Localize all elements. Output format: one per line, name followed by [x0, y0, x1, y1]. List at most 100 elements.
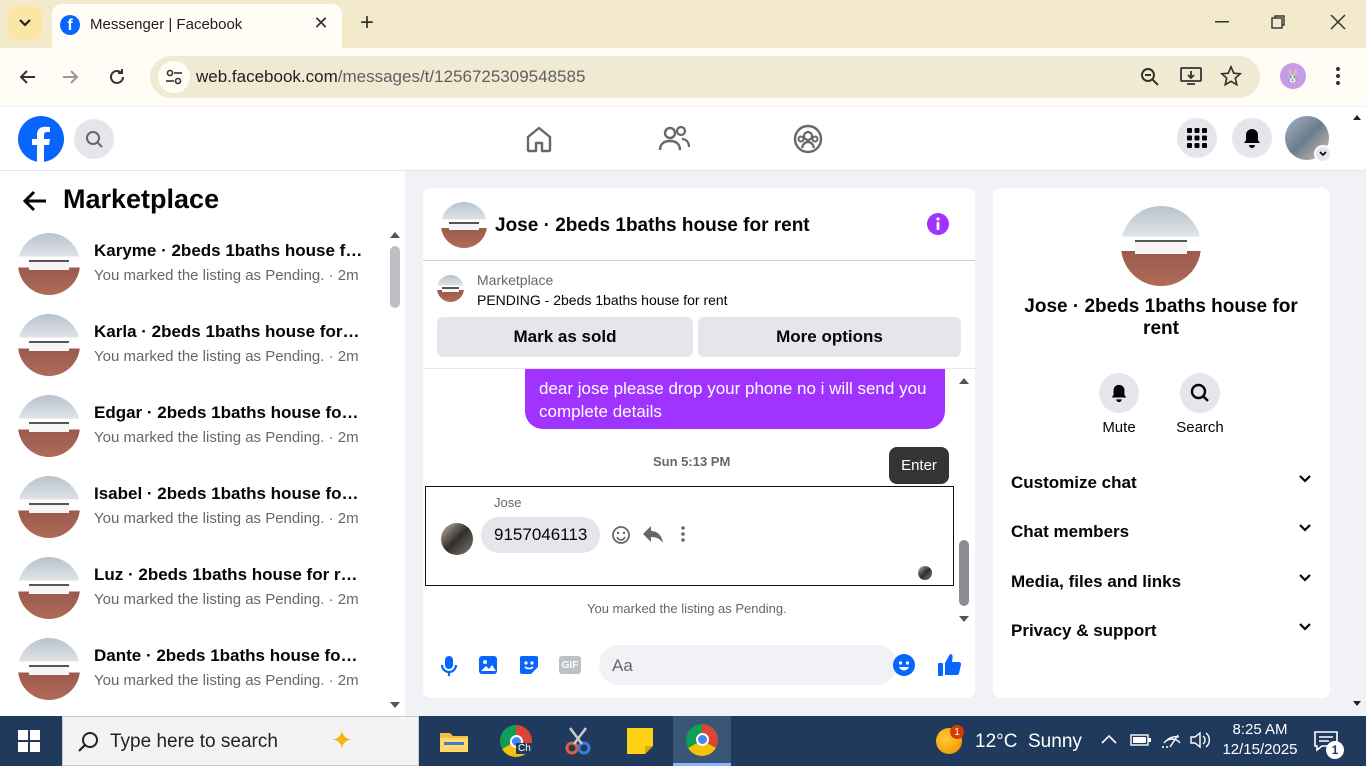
reply-icon[interactable] — [642, 524, 664, 544]
tab-title: Messenger | Facebook — [90, 16, 243, 33]
sticky-notes-icon[interactable] — [611, 716, 669, 766]
menu-button[interactable] — [1177, 118, 1217, 158]
file-explorer-icon[interactable] — [425, 716, 483, 766]
install-app-button[interactable] — [1180, 66, 1202, 86]
conversation-info-icon[interactable] — [926, 212, 950, 236]
sender-avatar[interactable] — [441, 523, 473, 555]
media-files-links-item[interactable]: Media, files and links — [1011, 572, 1311, 596]
taskbar-search-box[interactable]: Type here to search ✦ — [62, 716, 419, 766]
page-scroll-down-icon[interactable] — [1352, 700, 1362, 708]
header-divider — [423, 260, 975, 261]
home-nav-icon[interactable] — [524, 124, 554, 154]
mute-button[interactable] — [1099, 373, 1139, 413]
conversation-name: Karyme · 2beds 1baths house fo... — [94, 241, 364, 260]
react-icon[interactable] — [611, 525, 631, 545]
customize-chat-item[interactable]: Customize chat — [1011, 473, 1311, 497]
grid-menu-icon — [1187, 128, 1207, 148]
gif-icon[interactable]: GIF — [559, 656, 581, 674]
back-arrow-icon[interactable] — [22, 189, 48, 213]
message-timestamp: Sun 5:13 PM — [653, 454, 731, 469]
facebook-logo-icon[interactable] — [18, 116, 64, 162]
back-button[interactable] — [12, 62, 42, 92]
conversation-name: Dante · 2beds 1baths house for ... — [94, 646, 364, 665]
conversation-item[interactable]: Dante · 2beds 1baths house for ... You m… — [18, 638, 388, 706]
chevron-down-icon — [1299, 623, 1311, 631]
friends-nav-icon[interactable] — [658, 124, 690, 154]
sticker-icon[interactable] — [518, 655, 540, 675]
microphone-icon[interactable] — [440, 655, 458, 677]
chrome-active-icon[interactable] — [673, 716, 731, 766]
message-input[interactable]: Aa — [599, 645, 915, 685]
listing-status: PENDING - 2beds 1baths house for rent — [477, 292, 728, 308]
bookmark-button[interactable] — [1220, 65, 1242, 87]
received-message-bubble[interactable]: 9157046113 — [481, 517, 601, 553]
conversation-name: Edgar · 2beds 1baths house for r... — [94, 403, 364, 422]
reload-button[interactable] — [102, 62, 132, 92]
conversation-item[interactable]: Karla · 2beds 1baths house for r... You … — [18, 314, 388, 382]
network-icon[interactable] — [1160, 731, 1184, 749]
conversations-sidebar: Marketplace Karyme · 2beds 1baths house … — [0, 171, 405, 716]
snipping-tool-icon[interactable] — [549, 716, 607, 766]
notifications-button[interactable] — [1232, 118, 1272, 158]
bell-icon — [1111, 384, 1127, 403]
chat-members-item[interactable]: Chat members — [1011, 522, 1311, 546]
search-highlight-icon[interactable]: ✦ — [331, 725, 353, 756]
conversation-item[interactable]: Edgar · 2beds 1baths house for r... You … — [18, 395, 388, 463]
weather-text[interactable]: 12°C Sunny — [975, 731, 1082, 753]
sent-message-bubble[interactable]: dear jose please drop your phone no i wi… — [525, 369, 945, 429]
chat-title[interactable]: Jose · 2beds 1baths house for rent — [495, 215, 810, 237]
browser-menu-button[interactable] — [1328, 66, 1348, 86]
start-button[interactable] — [0, 716, 58, 766]
address-bar[interactable]: web.facebook.com/messages/t/125672530954… — [150, 56, 1260, 98]
sidebar-scrollbar-thumb[interactable] — [390, 246, 400, 308]
chat-scroll-up[interactable] — [958, 377, 970, 385]
site-info-button[interactable] — [158, 61, 190, 93]
conversation-item[interactable]: Luz · 2beds 1baths house for rent You ma… — [18, 557, 388, 625]
clock[interactable]: 8:25 AM 12/15/2025 — [1220, 720, 1300, 760]
more-options-button[interactable]: More options — [698, 317, 961, 357]
sender-name: Jose — [494, 495, 522, 510]
conversation-item[interactable]: Isabel · 2beds 1baths house for r... You… — [18, 476, 388, 544]
sidebar-title: Marketplace — [63, 184, 220, 214]
tab-search-button[interactable] — [8, 6, 42, 40]
groups-nav-icon[interactable] — [793, 124, 823, 154]
conversation-snippet: You marked the listing as Pending. · 2m — [94, 591, 359, 608]
new-tab-button[interactable]: + — [354, 9, 380, 36]
mark-as-sold-button[interactable]: Mark as sold — [437, 317, 693, 357]
conversation-item[interactable]: Karyme · 2beds 1baths house fo... You ma… — [18, 233, 388, 301]
close-window-button[interactable] — [1310, 0, 1366, 44]
received-message-row[interactable]: Jose 9157046113 — [425, 486, 954, 586]
more-vertical-icon — [1336, 67, 1340, 85]
chat-scrollbar-thumb[interactable] — [959, 540, 969, 606]
volume-icon[interactable] — [1189, 731, 1213, 749]
chevron-down-icon — [1299, 574, 1311, 582]
search-in-conversation-button[interactable] — [1180, 373, 1220, 413]
message-more-icon[interactable] — [680, 525, 686, 543]
page-scroll-up-icon[interactable] — [1352, 113, 1362, 121]
privacy-support-item[interactable]: Privacy & support — [1011, 621, 1311, 645]
account-chevron-icon[interactable] — [1314, 145, 1332, 163]
restore-button[interactable] — [1250, 0, 1306, 44]
search-icon — [86, 131, 103, 148]
chat-scroll-down[interactable] — [958, 615, 970, 623]
close-tab-icon[interactable]: ✕ — [310, 12, 332, 34]
forward-button[interactable] — [56, 62, 86, 92]
browser-tab-messenger[interactable]: f Messenger | Facebook ✕ — [52, 4, 342, 48]
facebook-search-button[interactable] — [74, 119, 114, 159]
profile-avatar[interactable]: 🐰 — [1280, 63, 1306, 89]
chrome-ch-icon[interactable]: Ch — [487, 716, 545, 766]
like-thumb-icon[interactable] — [937, 652, 963, 678]
conversation-avatar — [18, 476, 80, 538]
conversation-name: Karla · 2beds 1baths house for r... — [94, 322, 364, 341]
sidebar-scroll-up[interactable] — [389, 231, 401, 239]
sidebar-scroll-down[interactable] — [389, 701, 401, 709]
battery-icon[interactable] — [1130, 733, 1152, 747]
search-label: Search — [1176, 419, 1224, 436]
conversation-avatar — [18, 557, 80, 619]
minimize-button[interactable] — [1194, 0, 1250, 44]
photo-icon[interactable] — [478, 655, 498, 675]
chat-header-avatar[interactable] — [441, 202, 487, 248]
show-hidden-icons[interactable] — [1101, 734, 1117, 744]
emoji-icon[interactable] — [892, 653, 916, 677]
zoom-button[interactable] — [1140, 67, 1160, 87]
